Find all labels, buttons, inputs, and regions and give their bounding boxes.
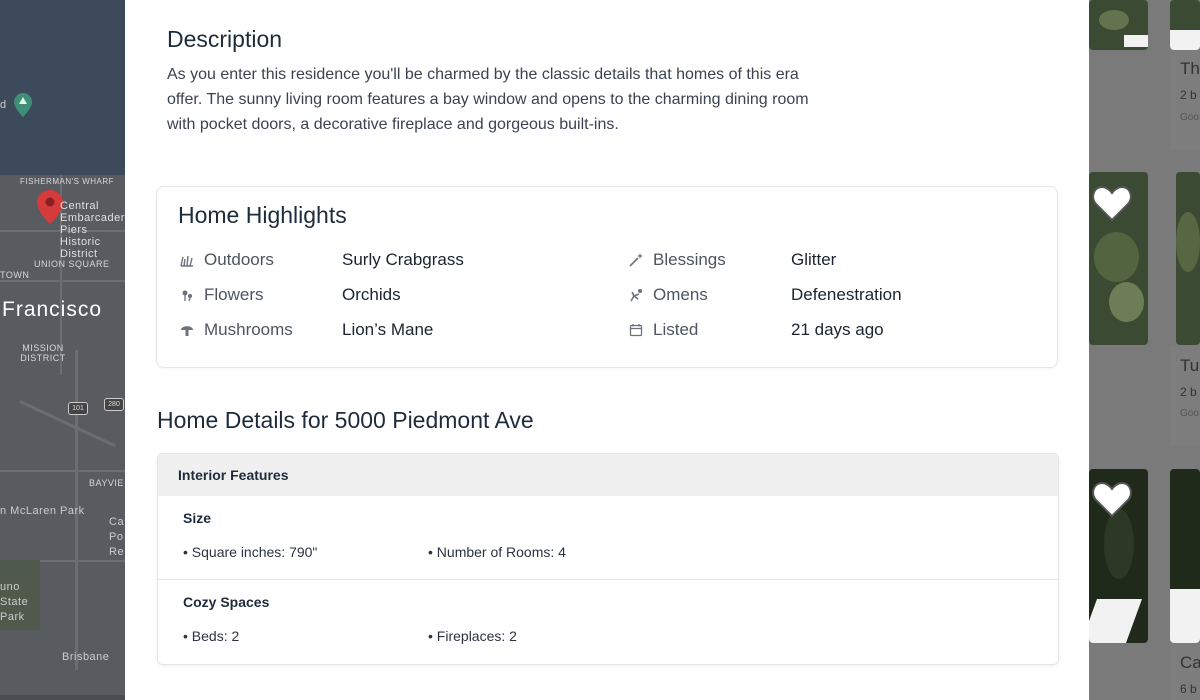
description-title: Description (167, 26, 283, 52)
highlight-label: Omens (653, 285, 708, 304)
calendar-icon (627, 321, 645, 339)
listing-title[interactable]: Tu (1180, 356, 1199, 376)
highlight-label: Flowers (204, 285, 264, 304)
home-details-title: Home Details for 5000 Piedmont Ave (157, 407, 534, 433)
detail-section-cozy-spaces: Cozy Spaces • Beds: 2 • Fireplaces: 2 (158, 580, 1058, 664)
map-label-state-park: uno State Park (0, 581, 29, 623)
listing-meta: 2 b (1180, 385, 1197, 399)
highway-101-shield: 101 (68, 402, 88, 415)
map-background[interactable]: d FISHERMAN'S WHARF Central Embarcadero … (0, 0, 125, 700)
grass-icon (178, 251, 196, 269)
map-water (0, 0, 125, 175)
highlight-label: Listed (653, 320, 699, 339)
map-label-francisco: Francisco (2, 298, 103, 321)
listing-meta: 2 b (1180, 88, 1197, 102)
highlight-value: Glitter (791, 250, 837, 269)
home-details-card: Interior Features Size • Square inches: … (157, 453, 1059, 665)
detail-item: • Number of Rooms: 4 (428, 544, 566, 560)
listing-photo[interactable] (1170, 0, 1200, 50)
listings-panel: Th 2 b Goo Tu 2 b Goo Ca 6 b (1089, 0, 1200, 700)
falling-person-icon (627, 286, 645, 304)
highlight-value: 21 days ago (791, 320, 884, 339)
highlight-outdoors: Outdoors Surly Crabgrass (178, 248, 464, 272)
section-title: Size (183, 510, 212, 526)
highlight-value: Orchids (342, 285, 401, 304)
favorite-heart-icon[interactable] (1091, 184, 1133, 224)
sparkle-wand-icon (627, 251, 645, 269)
map-label-fishermans-wharf: FISHERMAN'S WHARF (20, 177, 115, 186)
highlight-listed: Listed 21 days ago (627, 318, 884, 342)
park-pin-icon[interactable] (14, 93, 32, 117)
map-label-town: TOWN (0, 270, 30, 280)
detail-section-size: Size • Square inches: 790" • Number of R… (158, 496, 1058, 580)
highlight-blessings: Blessings Glitter (627, 248, 836, 272)
map-label-cal: Ca Po Re (109, 516, 125, 558)
detail-item: • Fireplaces: 2 (428, 628, 517, 644)
listing-photo[interactable] (1176, 172, 1200, 345)
mushroom-icon (178, 321, 196, 339)
highlight-omens: Omens Defenestration (627, 283, 902, 307)
listing-detail-modal: Description As you enter this residence … (125, 0, 1089, 700)
home-highlights-card: Home Highlights Outdoors Surly Crabgrass… (156, 186, 1058, 368)
map-label-mission: MISSION DISTRICT (20, 343, 66, 363)
highlight-flowers: Flowers Orchids (178, 283, 401, 307)
flower-icon (178, 286, 196, 304)
map-label-brisbane: Brisbane (62, 651, 110, 663)
detail-item: • Beds: 2 (183, 628, 240, 644)
detail-item: • Square inches: 790" (183, 544, 318, 560)
highlight-label: Outdoors (204, 250, 274, 269)
highlight-mushrooms: Mushrooms Lion’s Mane (178, 318, 433, 342)
highlight-label: Mushrooms (204, 320, 293, 339)
map-label-mclaren: n McLaren Park (0, 505, 85, 517)
home-highlights-title: Home Highlights (178, 202, 347, 228)
listing-meta: 6 b (1180, 682, 1197, 696)
listing-agent: Goo (1180, 408, 1199, 419)
listing-title[interactable]: Th (1180, 59, 1200, 79)
highlight-value: Surly Crabgrass (342, 250, 464, 269)
highlight-value: Lion’s Mane (342, 320, 434, 339)
listing-title[interactable]: Ca (1180, 653, 1200, 673)
listing-photo[interactable] (1170, 469, 1200, 643)
highway-280-shield: 280 (104, 398, 124, 411)
listing-agent: Goo (1180, 112, 1199, 123)
map-label-bayview: BAYVIE (89, 478, 124, 488)
highlight-value: Defenestration (791, 285, 902, 304)
interior-features-header[interactable]: Interior Features (158, 454, 1058, 496)
section-title: Cozy Spaces (183, 594, 270, 610)
highlight-label: Blessings (653, 250, 726, 269)
map-label-district: Central Embarcadero Piers Historic Distr… (60, 200, 125, 260)
favorite-heart-icon[interactable] (1091, 480, 1133, 520)
map-label-union-square: UNION SQUARE (34, 259, 110, 269)
listing-photo[interactable] (1089, 0, 1148, 50)
description-text: As you enter this residence you'll be ch… (167, 66, 809, 133)
